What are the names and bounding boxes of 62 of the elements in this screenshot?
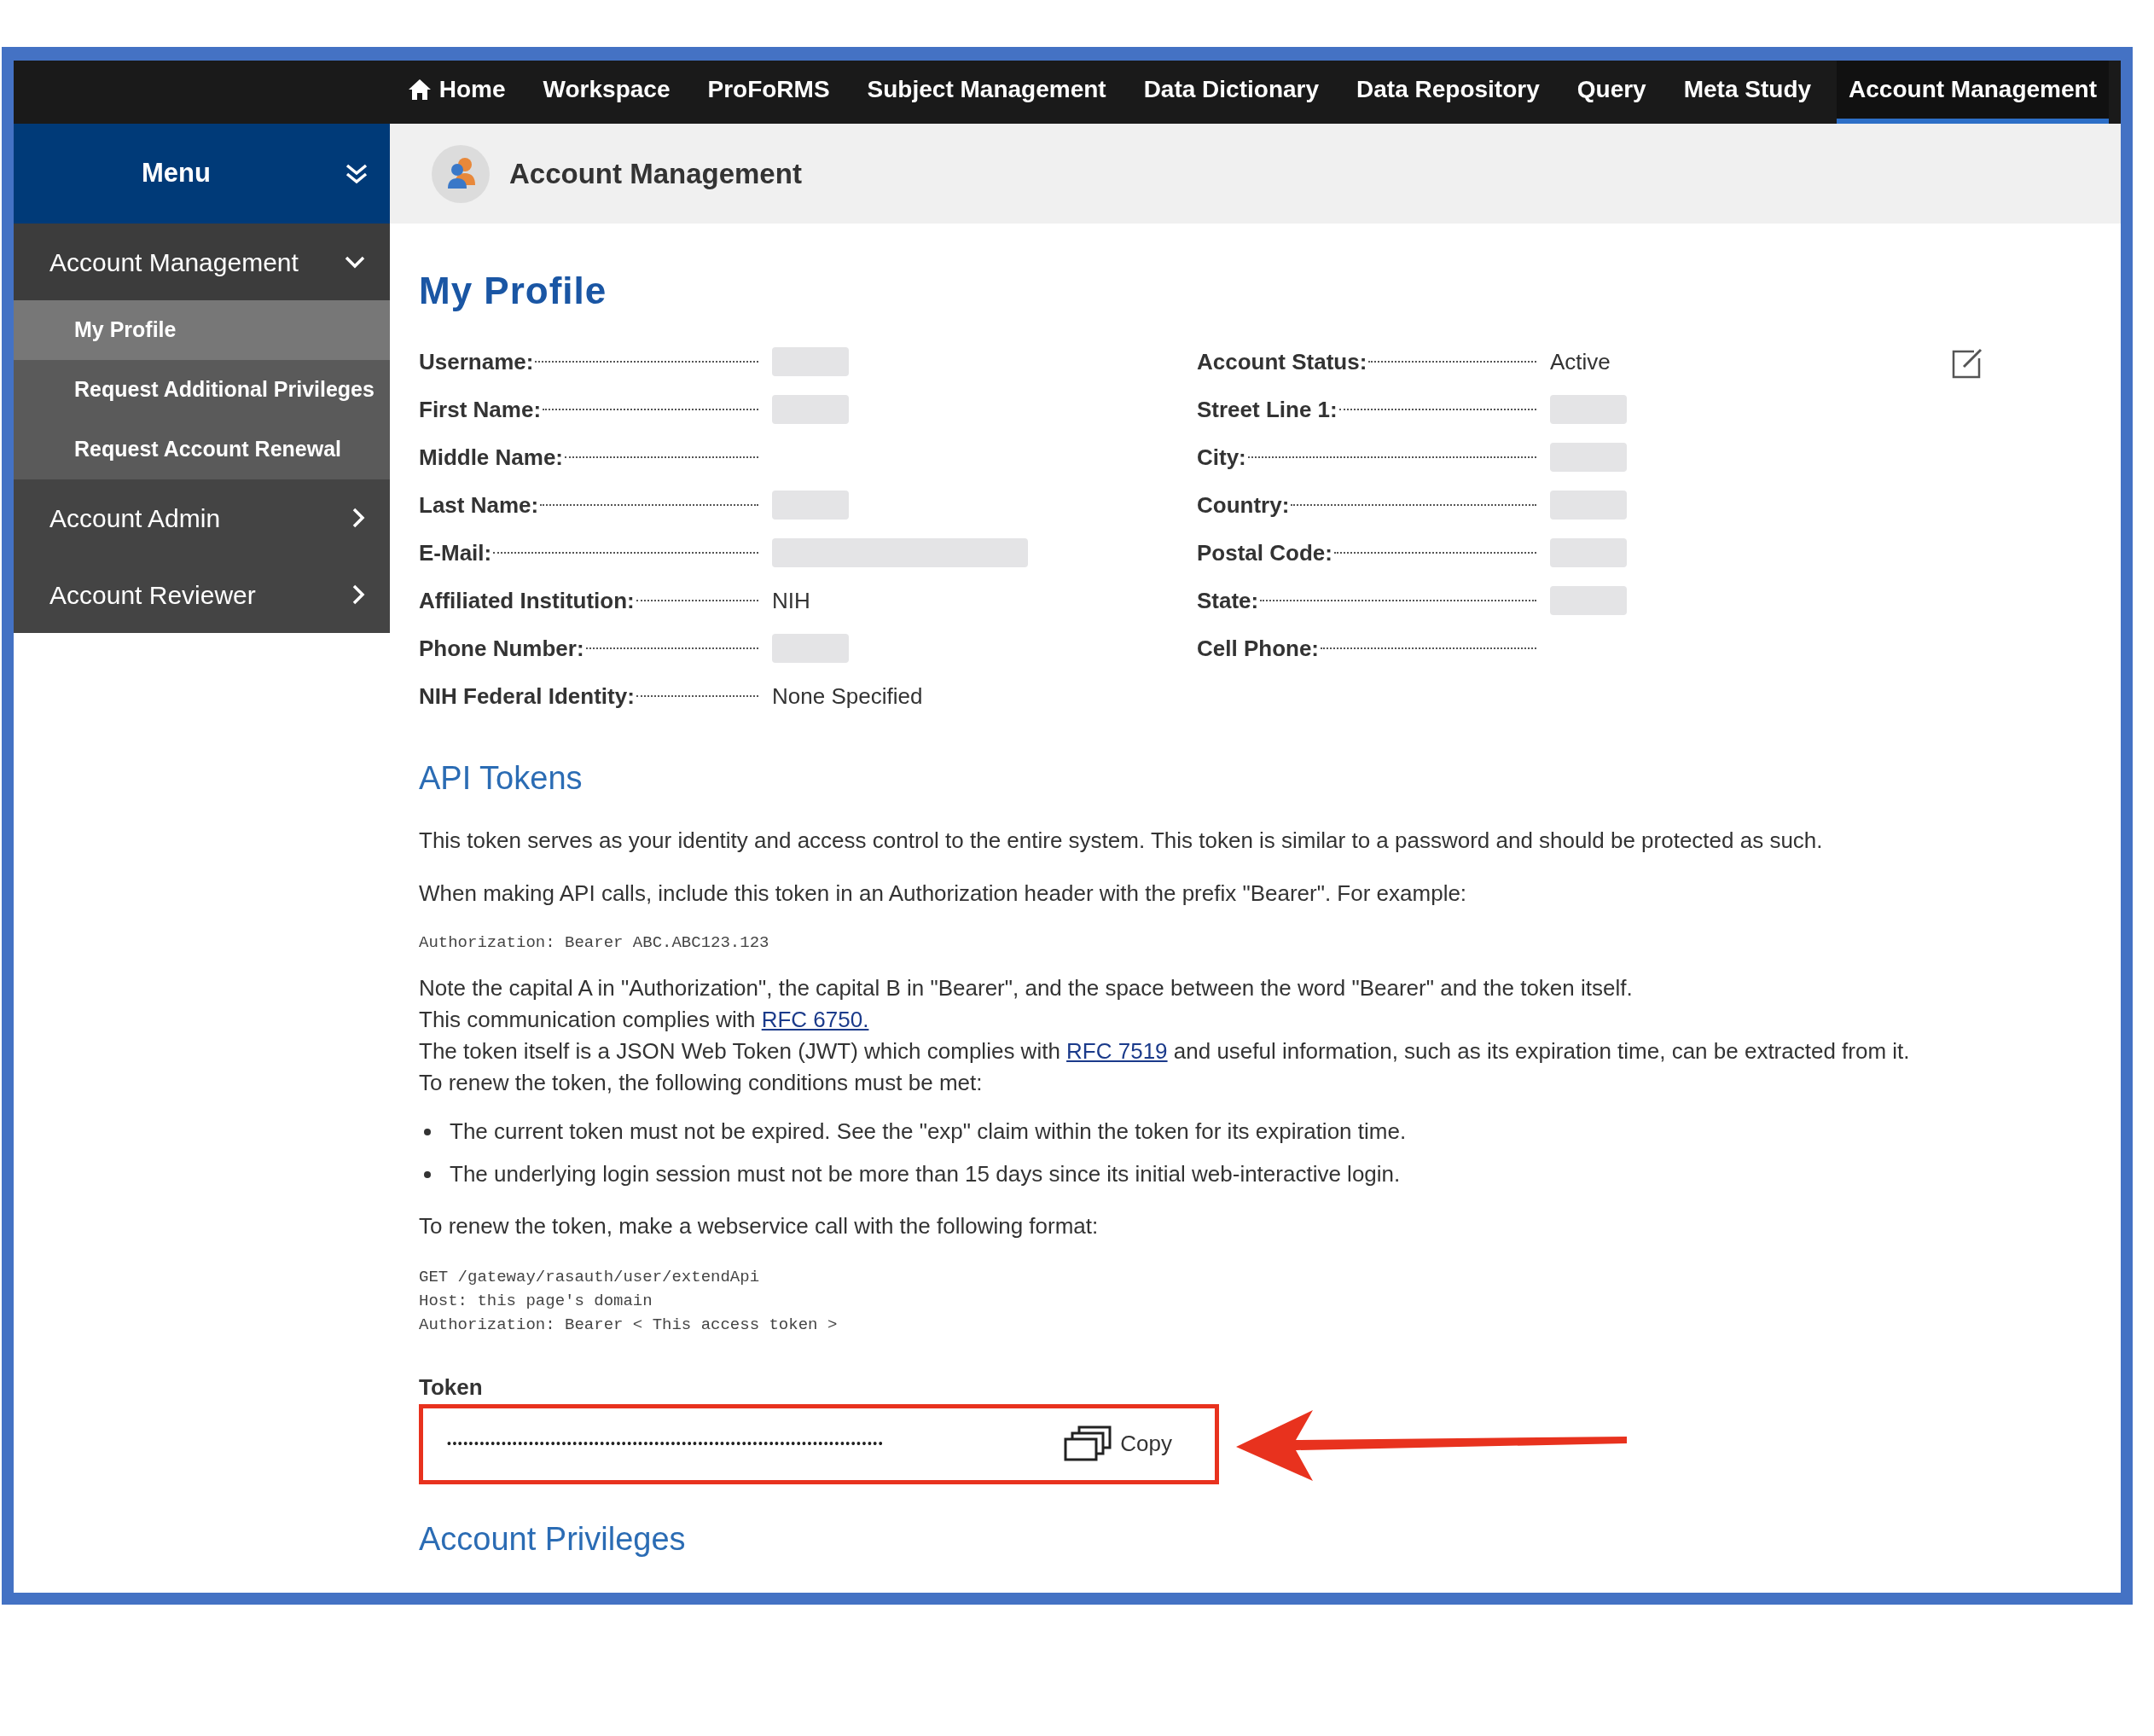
nav-link[interactable]: Home [394, 61, 518, 124]
field-value: NIH [772, 586, 810, 615]
token-label: Token [419, 1373, 484, 1402]
sidebar-group[interactable]: Account Reviewer [14, 556, 390, 633]
copy-icon [1064, 1425, 1114, 1463]
bullet-icon [424, 1128, 431, 1135]
sidebar-item[interactable]: Request Additional Privileges [14, 360, 390, 420]
page-title: Account Management [509, 156, 802, 191]
code-text: GET /gateway/rasauth/user/extendApi Host: this page's domain Authorization: Bearer < This access token > [419, 1266, 839, 1336]
field-label: E-Mail: [419, 538, 492, 567]
nav-link[interactable]: Query [1565, 61, 1658, 124]
paragraph: This communication complies with RFC 6750. [419, 1005, 870, 1034]
nav-link[interactable]: Data Dictionary [1131, 61, 1332, 124]
field-label: Affiliated Institution: [419, 586, 635, 615]
menu-header[interactable]: Menu [14, 124, 390, 224]
sidebar-group[interactable]: Account Admin [14, 479, 390, 556]
list-item: The underlying login session must not be more than 15 days since its initial web-interactive login. [450, 1160, 1401, 1188]
section-heading: Account Privileges [419, 1519, 687, 1559]
field-label: Cell Phone: [1197, 634, 1319, 663]
bullet-icon [424, 1170, 431, 1178]
nav-link[interactable]: Workspace [531, 61, 682, 124]
field-value: Active [1550, 347, 1611, 376]
chevron-down-icon [344, 254, 366, 270]
token-field[interactable]: •••••••••••••••••••••••••••••••••••••••••••••••••••••••••••••••••••••••••••••••• [447, 1435, 885, 1453]
edit-icon[interactable] [1950, 346, 1984, 380]
field-label: Phone Number: [419, 634, 584, 663]
field-label: Last Name: [419, 491, 539, 520]
paragraph: Note the capital A in "Authorization", the capital B in "Bearer", and the space between the word "Bearer" and the token itself. [419, 973, 1634, 1002]
field-label: First Name: [419, 395, 542, 424]
nav-link[interactable]: Meta Study [1671, 61, 1824, 124]
paragraph: To renew the token, make a webservice call with the following format: [419, 1211, 1100, 1240]
paragraph: The token itself is a JSON Web Token (JWT) which complies with RFC 7519 and useful information, such as its expiration time, can be extracted from it. [419, 1036, 1911, 1065]
chevron-right-icon [351, 507, 366, 529]
field-label: NIH Federal Identity: [419, 682, 635, 711]
chevron-right-icon [351, 584, 366, 606]
code-text: Authorization: Bearer ABC.ABC123.123 [419, 932, 770, 954]
field-value: None Specified [772, 682, 923, 711]
list-item: The current token must not be expired. See the "exp" claim within the token for its expiration time. [450, 1118, 1407, 1146]
paragraph: To renew the token, the following conditions must be met: [419, 1068, 984, 1097]
nav-link[interactable]: ProFoRMS [695, 61, 842, 124]
section-heading: API Tokens [419, 759, 583, 798]
link[interactable]: RFC 6750. [761, 1006, 869, 1032]
copy-button[interactable]: Copy [1064, 1425, 1172, 1463]
paragraph: This token serves as your identity and access control to the entire system. This token is similar to a password and should be protected as such. [419, 827, 1824, 855]
field-label: Country: [1197, 491, 1290, 520]
sidebar-item[interactable]: My Profile [14, 300, 390, 360]
nav-link[interactable]: Subject Management [855, 61, 1118, 124]
users-icon [431, 143, 491, 204]
paragraph: When making API calls, include this token in an Authorization header with the prefix "Bearer". For example: [419, 880, 1468, 908]
sidebar-group[interactable]: Account Management [14, 224, 390, 300]
field-label: Street Line 1: [1197, 395, 1338, 424]
nav-link[interactable]: Data Repository [1344, 61, 1552, 124]
field-label: Middle Name: [419, 443, 564, 472]
nav-link[interactable]: Account Management [1837, 61, 2109, 124]
field-label: City: [1197, 443, 1246, 472]
field-label: State: [1197, 586, 1259, 615]
sidebar-item[interactable]: Request Account Renewal [14, 420, 390, 479]
field-label: Postal Code: [1197, 538, 1332, 567]
field-label: Username: [419, 347, 534, 376]
link[interactable]: RFC 7519 [1066, 1037, 1168, 1064]
field-label: Account Status: [1197, 347, 1367, 376]
profile-heading: My Profile [419, 269, 607, 313]
